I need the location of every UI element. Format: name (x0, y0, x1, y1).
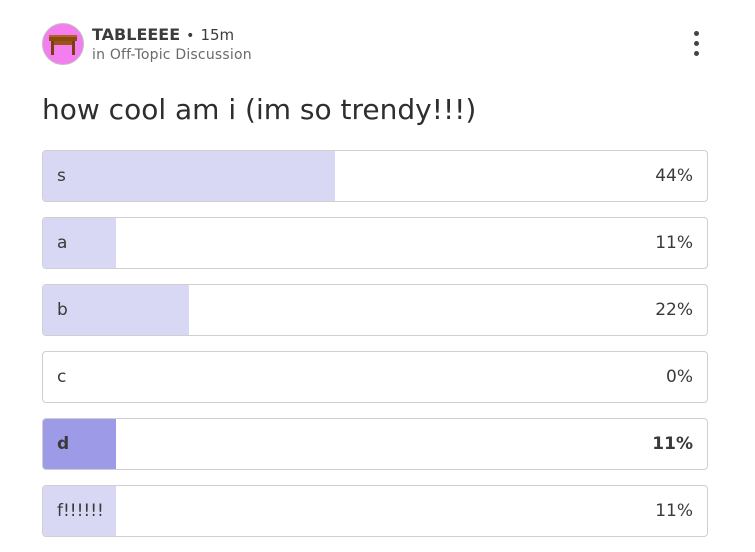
poll-option-percent: 0% (666, 367, 693, 387)
post-time: 15m (200, 26, 235, 44)
poll-option-label: b (57, 300, 68, 320)
poll-option-c[interactable]: c 0% (42, 351, 708, 403)
author-line: TABLEEEE • 15m (92, 25, 252, 46)
poll-option-f[interactable]: f!!!!!! 11% (42, 485, 708, 537)
more-options-button[interactable] (686, 29, 706, 59)
poll-option-label: f!!!!!! (57, 501, 104, 521)
poll-option-b[interactable]: b 22% (42, 284, 708, 336)
poll-option-fill (43, 151, 336, 201)
author-block: TABLEEEE • 15m in Off-Topic Discussion (92, 25, 252, 64)
more-vertical-icon (694, 31, 699, 36)
poll-option-d[interactable]: d 11% (42, 418, 708, 470)
poll-option-fill (43, 218, 117, 268)
separator-dot: • (186, 28, 195, 44)
community-link[interactable]: in Off-Topic Discussion (92, 46, 252, 64)
poll-option-label: a (57, 233, 68, 253)
poll-option-percent: 22% (655, 300, 693, 320)
more-vertical-icon-dot (694, 41, 699, 46)
post-title: how cool am i (im so trendy!!!) (42, 93, 477, 126)
post-header: TABLEEEE • 15m in Off-Topic Discussion (42, 23, 712, 67)
poll-option-percent: 11% (655, 501, 693, 521)
author-name[interactable]: TABLEEEE (92, 25, 180, 44)
poll-option-label: d (57, 434, 70, 454)
poll: s 44% a 11% b 22% c 0% d 11% f!!!!!! 11% (42, 150, 708, 552)
poll-option-fill (43, 419, 117, 469)
poll-option-label: c (57, 367, 67, 387)
poll-option-percent: 11% (652, 434, 693, 454)
more-vertical-icon-dot (694, 51, 699, 56)
poll-option-percent: 44% (655, 166, 693, 186)
poll-option-a[interactable]: a 11% (42, 217, 708, 269)
poll-option-percent: 11% (655, 233, 693, 253)
poll-option-s[interactable]: s 44% (42, 150, 708, 202)
table-icon (49, 35, 77, 55)
avatar[interactable] (42, 23, 84, 65)
poll-option-label: s (57, 166, 66, 186)
